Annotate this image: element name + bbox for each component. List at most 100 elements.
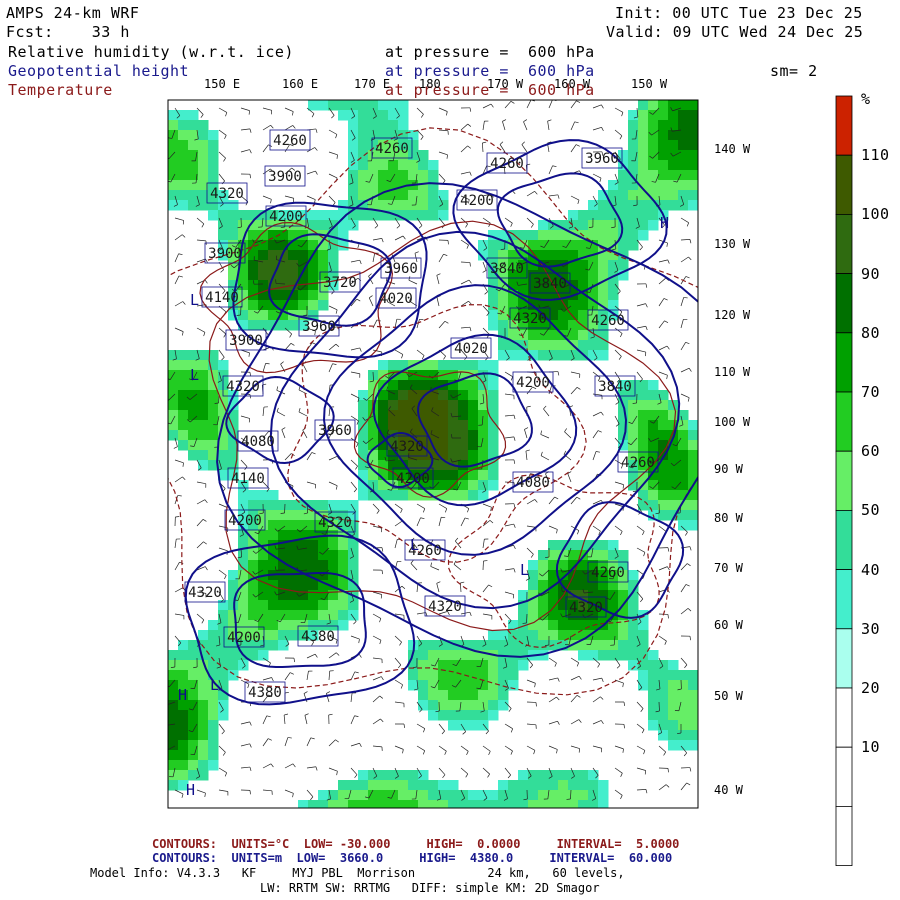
top-lon-label: 150 E [204, 77, 241, 91]
svg-text:4260: 4260 [490, 156, 524, 172]
height-contour-label: 4260 [486, 152, 528, 174]
top-lon-label: 170 E [354, 77, 391, 91]
svg-text:3960: 3960 [585, 151, 619, 167]
height-contour-label: 4320 [565, 596, 607, 618]
height-contour-label: 4200 [456, 189, 498, 211]
right-lon-label: 100 W [714, 415, 751, 429]
colorbar-segment [835, 450, 853, 511]
height-contour-label: 4200 [512, 371, 554, 393]
pressure-center-mark: L [410, 536, 419, 554]
pressure-center-mark: L [520, 561, 529, 579]
svg-text:4200: 4200 [396, 471, 430, 487]
svg-text:4020: 4020 [454, 341, 488, 357]
top-lon-label: 150 W [631, 77, 668, 91]
colorbar-label: 60 [861, 442, 881, 461]
svg-text:3960: 3960 [302, 319, 336, 335]
svg-text:3900: 3900 [229, 333, 263, 349]
height-contour-label: 3900 [264, 165, 306, 187]
pressure-center-mark: L [190, 366, 199, 384]
colorbar-label: 80 [861, 323, 881, 342]
svg-text:4320: 4320 [513, 311, 547, 327]
svg-text:3960: 3960 [318, 423, 352, 439]
svg-text:3900: 3900 [208, 246, 242, 262]
pressure-center-mark: H [660, 214, 669, 232]
svg-text:3840: 3840 [490, 261, 524, 277]
colorbar-segment [835, 154, 853, 215]
svg-text:3840: 3840 [598, 379, 632, 395]
height-contour-label: 3720 [319, 271, 361, 293]
svg-text:4200: 4200 [516, 375, 550, 391]
right-lon-label: 130 W [714, 237, 751, 251]
svg-text:4260: 4260 [621, 455, 655, 471]
right-lon-label: 60 W [714, 618, 743, 632]
height-contour-label: 3840 [594, 375, 636, 397]
svg-text:4320: 4320 [188, 585, 222, 601]
colorbar-label: 110 [861, 146, 890, 165]
svg-text:3900: 3900 [268, 169, 302, 185]
svg-text:4080: 4080 [516, 475, 550, 491]
svg-text:4260: 4260 [591, 313, 625, 329]
height-contour-label: 4200 [224, 509, 266, 531]
height-contour-label: 4260 [587, 561, 629, 583]
colorbar-segment [835, 687, 853, 748]
colorbar-segment [835, 806, 853, 867]
svg-text:4200: 4200 [269, 209, 303, 225]
svg-text:4200: 4200 [460, 193, 494, 209]
svg-text:4020: 4020 [379, 291, 413, 307]
pressure-center-mark: H [186, 781, 195, 799]
height-contour-label: 3960 [581, 147, 623, 169]
right-lon-label: 70 W [714, 561, 743, 575]
right-lon-label: 40 W [714, 783, 743, 797]
svg-text:4260: 4260 [591, 565, 625, 581]
colorbar-label: 10 [861, 738, 881, 757]
right-lon-label: 80 W [714, 511, 743, 525]
right-lon-label: 110 W [714, 365, 751, 379]
height-contour-label: 4320 [509, 307, 551, 329]
colorbar-label: 70 [861, 383, 881, 401]
colorbar-segment [835, 746, 853, 807]
height-contour-label: 4020 [375, 287, 417, 309]
pressure-center-mark: H [178, 686, 187, 704]
right-lon-label: 120 W [714, 308, 751, 322]
height-contour-label: 4320 [222, 375, 264, 397]
height-contour-label: 4200 [392, 467, 434, 489]
colorbar-segment [835, 509, 853, 570]
colorbar-label: 40 [861, 560, 881, 579]
height-contour-label: 4260 [617, 451, 659, 473]
height-contour-label: 3900 [225, 329, 267, 351]
svg-text:4140: 4140 [231, 471, 265, 487]
svg-text:4320: 4320 [210, 186, 244, 202]
height-contour-label: 3840 [486, 257, 528, 279]
colorbar [835, 95, 853, 867]
model-info: Model Info: V4.3.3 KF MYJ PBL Morrison 2… [90, 866, 625, 880]
top-lon-label: 180 [419, 77, 441, 91]
height-contour-label: 4020 [450, 337, 492, 359]
colorbar-segment [835, 332, 853, 393]
right-lon-label: 140 W [714, 142, 751, 156]
height-contour-label: 3960 [298, 315, 340, 337]
height-contour-label: 4080 [512, 471, 554, 493]
svg-text:3960: 3960 [384, 261, 418, 277]
model-info-physics: LW: RRTM SW: RRTMG DIFF: simple KM: 2D S… [260, 881, 600, 895]
colorbar-label: 20 [861, 679, 881, 697]
colorbar-segment [835, 273, 853, 334]
height-contour-label: 4380 [244, 681, 286, 703]
height-contour-label: 4200 [223, 626, 265, 648]
colorbar-label: 100 [861, 205, 890, 224]
height-contour-label: 3960 [314, 419, 356, 441]
svg-text:3720: 3720 [323, 275, 357, 291]
colorbar-segment [835, 213, 853, 274]
height-contour-label: 4320 [206, 182, 248, 204]
svg-text:4320: 4320 [428, 599, 462, 615]
svg-text:3840: 3840 [533, 276, 567, 292]
height-contour-label: 4320 [184, 581, 226, 603]
height-contour-label: 4320 [424, 595, 466, 617]
colorbar-label: 30 [861, 619, 881, 638]
height-contour-label: 3960 [380, 257, 422, 279]
height-contour-label: 4380 [297, 625, 339, 647]
right-lon-label: 50 W [714, 689, 743, 703]
height-contour-label: 4260 [269, 129, 311, 151]
height-contour-label: 4140 [201, 286, 243, 308]
svg-text:4260: 4260 [273, 133, 307, 149]
colorbar-segment [835, 391, 853, 452]
